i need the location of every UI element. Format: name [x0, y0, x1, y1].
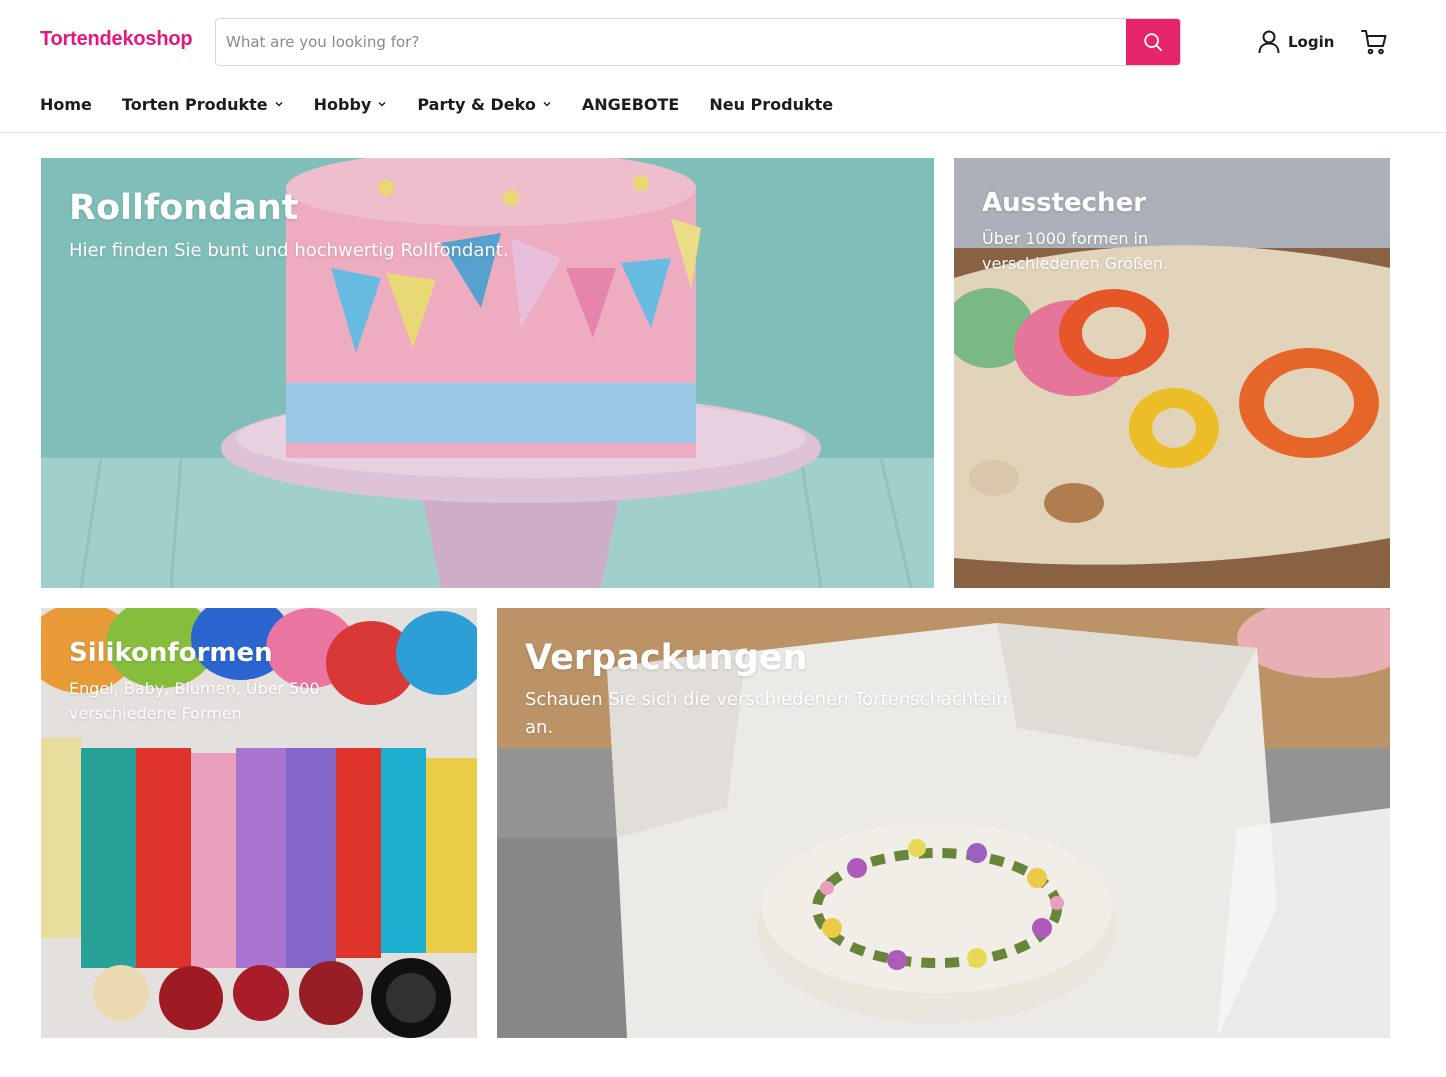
category-tile-silikonformen[interactable]: Silikonformen Engel, Baby, Blumen, Über …: [41, 608, 477, 1038]
nav-item-label: Home: [40, 94, 92, 114]
search-button[interactable]: [1126, 19, 1180, 65]
login-link[interactable]: Login: [1258, 28, 1334, 56]
tile-title: Rollfondant: [69, 188, 299, 228]
search-bar: [215, 18, 1181, 66]
nav-item-label: Party & Deko: [417, 94, 536, 114]
nav-item-label: Torten Produkte: [121, 94, 268, 114]
category-tile-ausstecher[interactable]: Ausstecher Über 1000 formen in verschied…: [954, 158, 1390, 588]
site-logo[interactable]: Tortendekoshop: [40, 28, 193, 51]
tile-overlay: [954, 158, 1390, 588]
cart-button[interactable]: [1358, 26, 1390, 58]
nav-item-torten-produkte[interactable]: Torten Produkte: [122, 95, 284, 114]
tile-description: Hier finden Sie bunt und hochwertig Roll…: [69, 240, 509, 261]
nav-item-neu-produkte[interactable]: Neu Produkte: [709, 95, 833, 114]
tile-title: Silikonformen: [69, 638, 273, 668]
nav-item-hobby[interactable]: Hobby: [314, 95, 388, 114]
user-icon: [1258, 30, 1280, 54]
category-tile-verpackungen[interactable]: Verpackungen Schauen Sie sich die versch…: [497, 608, 1390, 1038]
nav-item-angebote[interactable]: ANGEBOTE: [582, 95, 679, 114]
tile-title: Verpackungen: [525, 638, 808, 678]
chevron-down-icon: [542, 99, 552, 109]
tile-description: Schauen Sie sich die verschiedenen Torte…: [525, 689, 1008, 738]
tile-overlay: [41, 608, 477, 1038]
search-input[interactable]: [216, 19, 1128, 65]
tile-description: Engel, Baby, Blumen, Über 500 verschiede…: [69, 679, 320, 723]
category-tile-rollfondant[interactable]: Rollfondant Hier finden Sie bunt und hoc…: [41, 158, 934, 588]
nav-item-home[interactable]: Home: [40, 95, 92, 114]
chevron-down-icon: [274, 99, 284, 109]
cart-icon: [1361, 30, 1387, 55]
site-header: Tortendekoshop Login Home Torten Produkt…: [0, 0, 1446, 133]
chevron-down-icon: [377, 99, 387, 109]
nav-item-party-deko[interactable]: Party & Deko: [417, 95, 552, 114]
nav-item-label: Hobby: [313, 94, 372, 114]
tile-title: Ausstecher: [982, 188, 1147, 218]
tile-description: Über 1000 formen in verschiedenen Größen…: [982, 229, 1169, 273]
main-nav: Home Torten Produkte Hobby Party & Deko …: [40, 88, 863, 120]
login-label: Login: [1288, 33, 1335, 51]
nav-item-label: Neu Produkte: [709, 94, 834, 114]
search-icon: [1144, 33, 1163, 52]
nav-item-label: ANGEBOTE: [581, 94, 680, 114]
